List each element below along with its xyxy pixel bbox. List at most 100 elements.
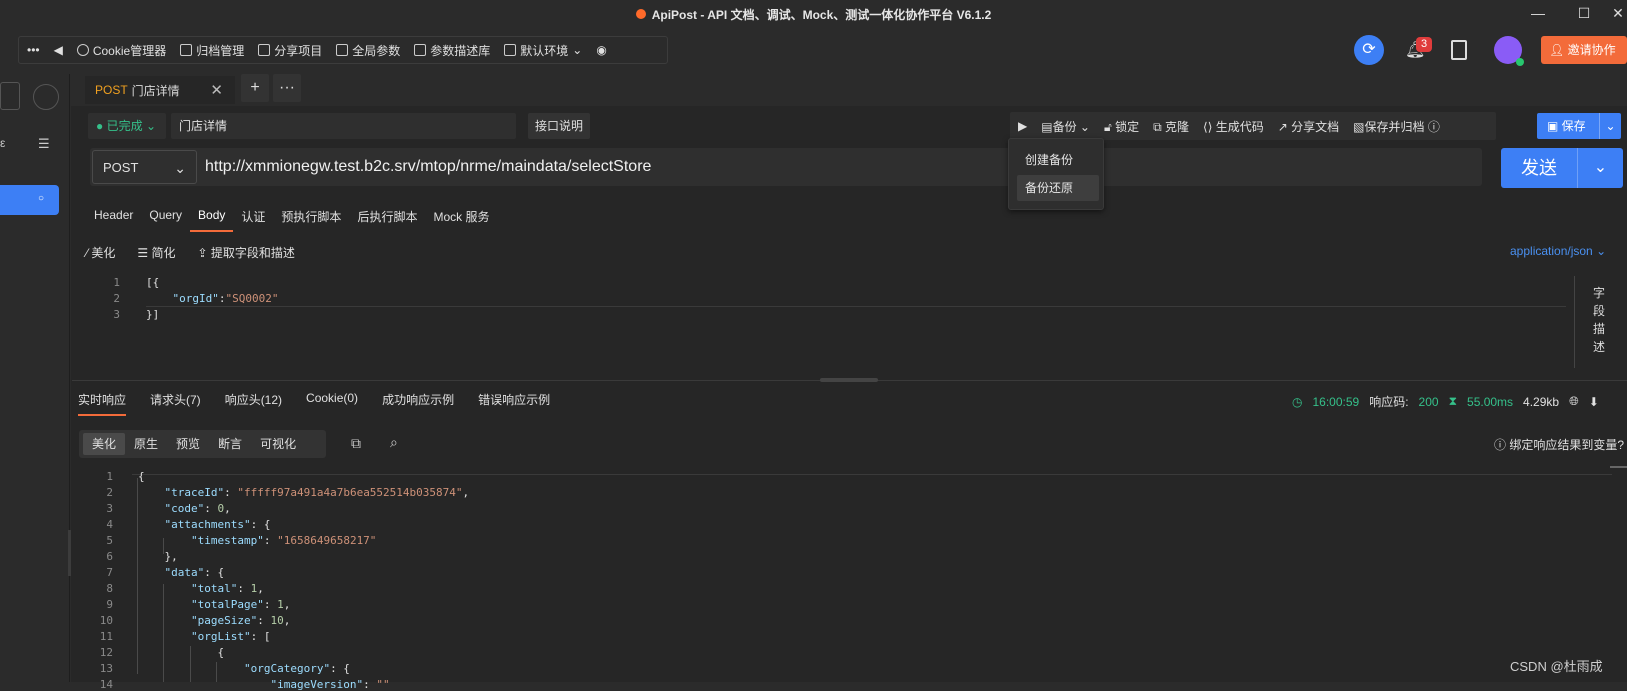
hourglass-icon: ⧗ [1448, 394, 1458, 408]
beautify-button[interactable]: ⁄ 美化 [86, 244, 115, 261]
left-scrollbar[interactable] [68, 530, 71, 576]
status-select[interactable]: ● 已完成 ⌄ [88, 113, 166, 139]
body-editor[interactable] [72, 270, 1562, 368]
tab-success-example[interactable]: 成功响应示例 [382, 391, 454, 416]
copy-icon[interactable]: ⧉ [351, 435, 361, 452]
content-type-select[interactable]: application/json ⌄ [1510, 244, 1606, 258]
resize-handle[interactable] [820, 378, 878, 382]
global-params-button[interactable]: 全局参数 [336, 42, 400, 59]
tab-request-headers[interactable]: 请求头(7) [150, 391, 201, 416]
generate-code-button[interactable]: ⟨⟩ 生成代码 [1203, 118, 1264, 135]
line-number: 10 [99, 614, 113, 627]
minimize-icon[interactable]: — [1528, 5, 1548, 23]
document-icon[interactable] [1451, 40, 1467, 60]
create-backup-item[interactable]: 创建备份 [1017, 147, 1099, 173]
code-line: [{ [146, 276, 160, 289]
tab-response-headers[interactable]: 响应头(12) [225, 391, 282, 416]
url-input[interactable]: http://xmmionegw.test.b2c.srv/mtop/nrme/… [205, 150, 651, 184]
tab-cookie[interactable]: Cookie(0) [306, 391, 358, 416]
param-desc-library-button[interactable]: 参数描述库 [414, 42, 490, 59]
field-desc-panel-toggle[interactable]: 字段描述 [1590, 284, 1608, 356]
view-assert[interactable]: 断言 [209, 433, 251, 455]
request-name-input[interactable]: 门店详情 [171, 113, 516, 139]
tab-live-response[interactable]: 实时响应 [78, 391, 127, 416]
line-number: 5 [106, 534, 113, 547]
method-select[interactable]: POST ⌄ [92, 150, 197, 184]
tab-pre-script[interactable]: 预执行脚本 [273, 208, 349, 232]
restore-backup-item[interactable]: 备份还原 [1017, 175, 1099, 201]
current-line-highlight [132, 474, 1612, 475]
tab-body[interactable]: Body [190, 208, 234, 232]
download-icon[interactable]: ⬇ [1589, 395, 1599, 409]
sidebar-label-fragment: ε [0, 136, 6, 150]
globe-icon[interactable]: 🌐︎ [1569, 394, 1579, 409]
eye-icon[interactable]: ◉ [596, 43, 606, 57]
splitter[interactable] [1574, 276, 1575, 368]
tab-mock[interactable]: Mock 服务 [425, 208, 497, 232]
tab-query[interactable]: Query [141, 208, 190, 232]
archive-manager-button[interactable]: 归档管理 [180, 42, 244, 59]
save-button[interactable]: ▣ 保存 ⌄ [1537, 113, 1621, 139]
tab-name: 门店详情 [131, 83, 180, 98]
code-line: }, [138, 550, 178, 563]
share-project-button[interactable]: 分享项目 [258, 42, 322, 59]
code-line: "total": 1, [190, 582, 264, 595]
sidebar-item-active[interactable]: ○ [0, 185, 59, 215]
archive-icon [180, 44, 193, 56]
sync-icon[interactable]: ⟳ [1354, 35, 1384, 65]
code-line: "imageVersion": "" [270, 678, 390, 691]
tab-more-button[interactable]: ··· [273, 74, 301, 102]
help-icon[interactable]: ⓘ [1428, 120, 1440, 134]
save-dropdown-icon[interactable]: ⌄ [1599, 113, 1621, 139]
add-tab-button[interactable]: + [241, 74, 269, 102]
window-title: ApiPost - API 文档、调试、Mock、测试一体化协作平台 V6.1.… [651, 7, 992, 22]
view-visualize[interactable]: 可视化 [251, 433, 305, 455]
line-number: 3 [113, 308, 120, 321]
tab-header[interactable]: Header [86, 208, 141, 232]
line-number: 4 [106, 518, 113, 531]
search-icon[interactable]: ⌕ [390, 434, 398, 451]
lock-button[interactable]: 🔓︎ 锁定 [1104, 118, 1139, 135]
backup-dropdown-menu: 创建备份 备份还原 [1008, 138, 1104, 210]
view-raw[interactable]: 原生 [125, 433, 167, 455]
send-dropdown-icon[interactable]: ⌄ [1577, 148, 1623, 188]
request-tab[interactable]: POST 门店详情 ✕ [85, 76, 235, 104]
clone-button[interactable]: ⧉ 克隆 [1153, 118, 1189, 135]
backup-button[interactable]: ▤备份 ⌄ [1041, 118, 1090, 135]
more-icon[interactable]: ••• [27, 43, 40, 57]
tool-strip: ••• ◀ Cookie管理器 归档管理 分享项目 全局参数 参数描述库 默认环… [18, 36, 668, 64]
view-preview[interactable]: 预览 [167, 433, 209, 455]
share-icon [258, 44, 271, 56]
view-beautify[interactable]: 美化 [83, 433, 126, 455]
code-line: { [138, 646, 225, 659]
cookie-manager-button[interactable]: Cookie管理器 [76, 42, 166, 59]
response-size: 4.29kb [1523, 394, 1560, 409]
chevron-down-icon: ⌄ [174, 160, 186, 176]
response-info: ◷ 16:00:59 响应码: 200 ⧗ 55.00ms 4.29kb 🌐︎ … [1292, 393, 1599, 410]
environment-select[interactable]: 默认环境 ⌄ [504, 42, 582, 59]
simplify-button[interactable]: ☰ 简化 [137, 244, 175, 261]
online-status-icon [1516, 58, 1524, 66]
close-tab-icon[interactable]: ✕ [210, 81, 223, 99]
bind-response-hint[interactable]: ⓘ 绑定响应结果到变量? [1494, 436, 1624, 453]
list-toggle-icon[interactable]: ☰ [38, 136, 50, 152]
run-icon[interactable]: ▶ [1018, 119, 1027, 133]
send-button[interactable]: 发送 ⌄ [1501, 148, 1623, 188]
extract-fields-button[interactable]: ⇪ 提取字段和描述 [197, 244, 294, 261]
tab-error-example[interactable]: 错误响应示例 [478, 391, 550, 416]
invite-button[interactable]: 👤︎ 邀请协作 [1541, 36, 1627, 64]
locate-icon[interactable] [33, 84, 59, 110]
tab-post-script[interactable]: 后执行脚本 [349, 208, 425, 232]
line-number: 9 [106, 598, 113, 611]
tab-auth[interactable]: 认证 [233, 208, 273, 232]
save-archive-button[interactable]: ▧保存并归档 ⓘ [1353, 118, 1440, 135]
app-logo-icon [635, 9, 646, 19]
close-window-icon[interactable]: ✕ [1608, 5, 1627, 23]
sidebar-select[interactable] [0, 82, 20, 110]
notification-badge: 3 [1416, 37, 1432, 52]
maximize-icon[interactable]: ☐ [1574, 5, 1594, 23]
code-line: "pageSize": 10, [190, 614, 291, 627]
api-explain-button[interactable]: 接口说明 [528, 113, 590, 139]
share-doc-button[interactable]: ↗ 分享文档 [1278, 118, 1339, 135]
collapse-left-icon[interactable]: ◀ [54, 43, 63, 57]
